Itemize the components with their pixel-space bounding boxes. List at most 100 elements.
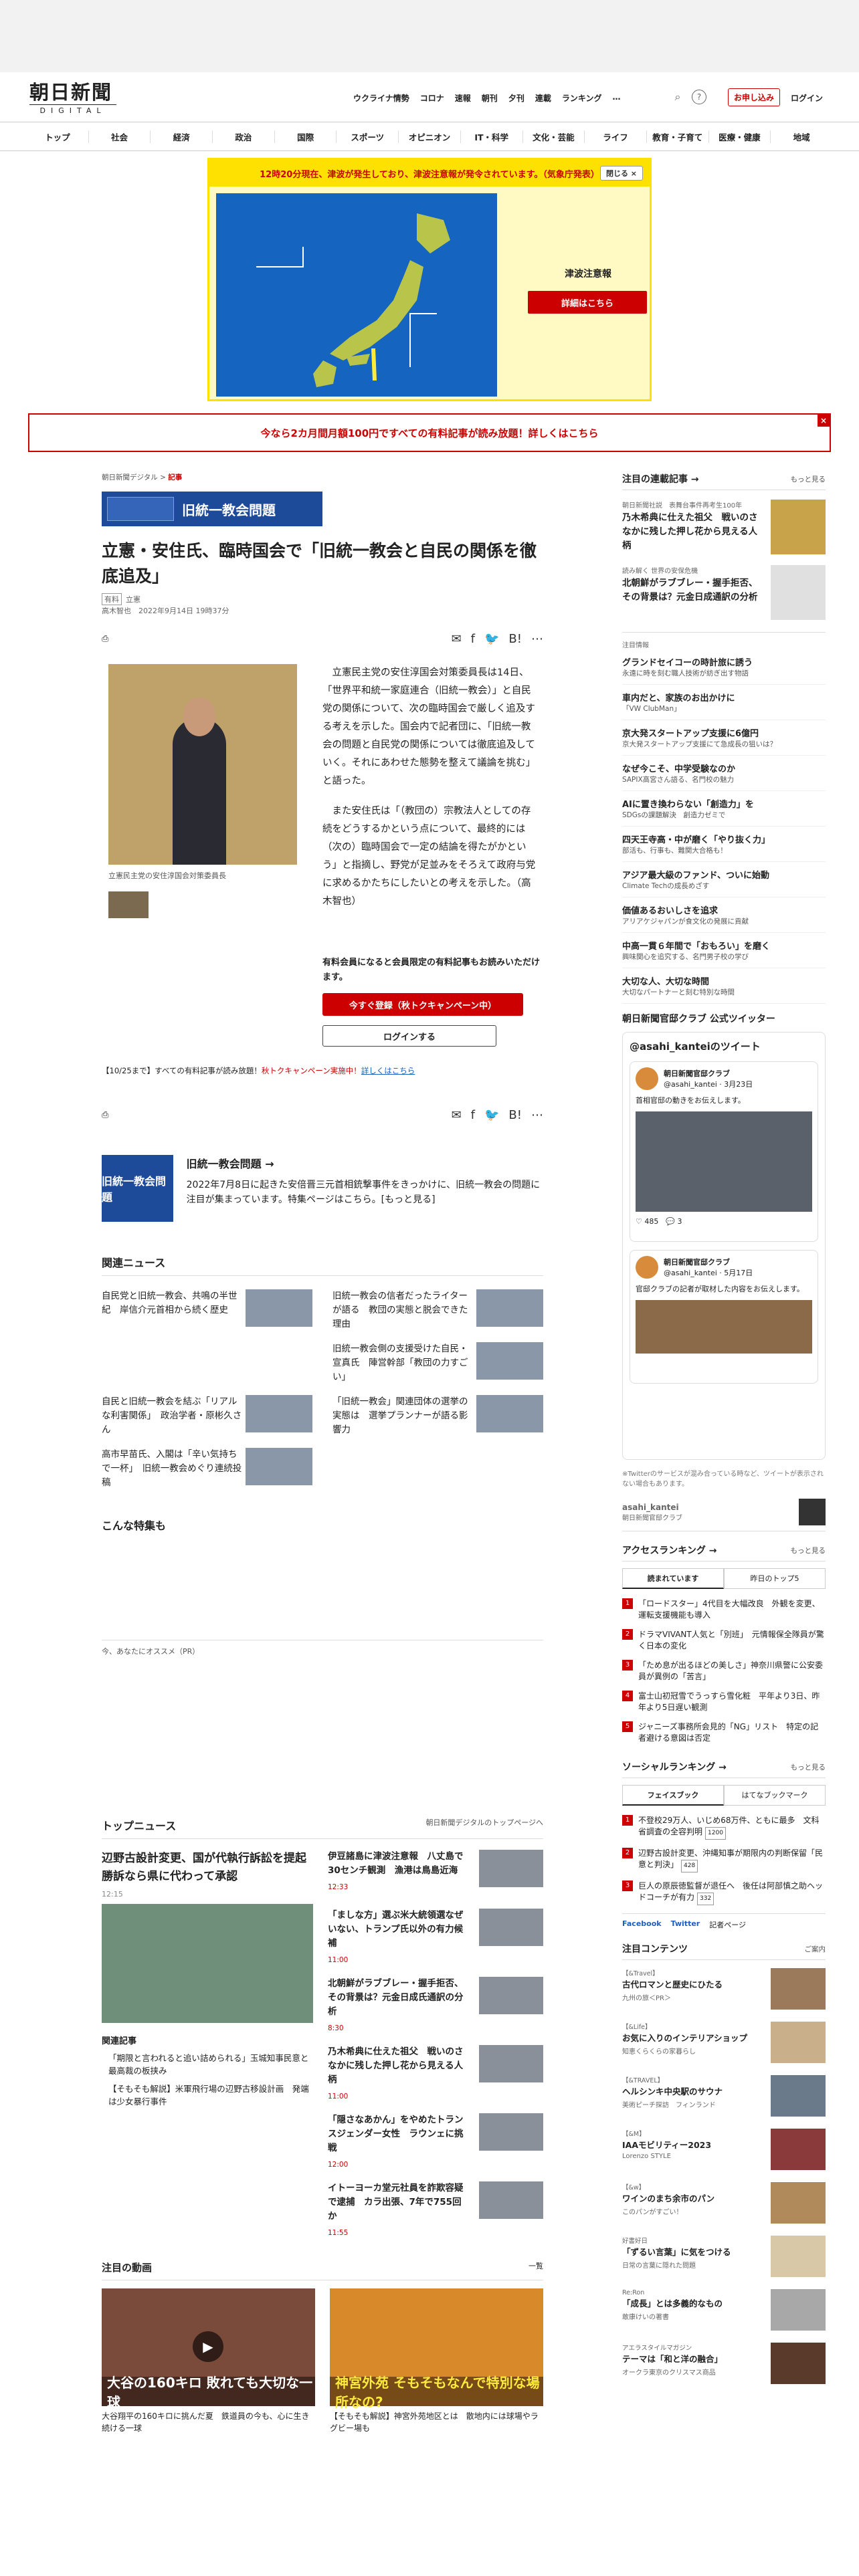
- tweet[interactable]: 朝日新聞官邸クラブ @asahi_kantei · 5月17日 官邸クラブの記者が…: [630, 1250, 818, 1384]
- nav-item[interactable]: 教育・子育て: [647, 130, 709, 143]
- nav-item[interactable]: 文化・芸能: [523, 130, 585, 143]
- twitter-icon[interactable]: 🐦: [484, 632, 499, 646]
- twitter-icon[interactable]: 🐦: [484, 1108, 499, 1122]
- hatena-icon[interactable]: B!: [508, 632, 522, 646]
- hatena-icon[interactable]: B!: [508, 1108, 522, 1122]
- subscribe-button[interactable]: お申し込み: [728, 88, 781, 106]
- tab-hatena[interactable]: はてなブックマーク: [724, 1785, 826, 1806]
- ranking-more-link[interactable]: もっと見る: [791, 1545, 826, 1555]
- list-item[interactable]: アエラスタイルマガジン テーマは「和と洋の融合」 オークラ東京のクリスマス商品: [622, 2343, 826, 2388]
- nav-item[interactable]: 医療・健康: [709, 130, 771, 143]
- list-item[interactable]: 1 「ロードスター」4代目を大幅改良 外観を変更、運転支援機能も導入: [622, 1594, 826, 1625]
- nav-item[interactable]: IT・科学: [461, 130, 523, 143]
- list-item[interactable]: 自民と旧統一教会を結ぶ「リアルな利害関係」 政治学者・原彬久さん: [102, 1395, 312, 1437]
- list-item[interactable]: 1 不登校29万人、いじめ68万件、ともに最多 文科省調査の全容判明 1200: [622, 1811, 826, 1844]
- facebook-icon[interactable]: f: [471, 1108, 475, 1122]
- twitter-account[interactable]: asahi_kantei 朝日新聞官邸クラブ: [622, 1499, 826, 1531]
- nav-item[interactable]: 社会: [89, 130, 151, 143]
- list-item[interactable]: 京大発スタートアップ支援に6億円 京大発スタートアップ支援にて急成長の狙いは？: [622, 720, 826, 756]
- nav-item[interactable]: 経済: [151, 130, 213, 143]
- tweet[interactable]: 朝日新聞官邸クラブ @asahi_kantei · 3月23日 首相官邸の動きをお…: [630, 1061, 818, 1242]
- list-item[interactable]: 3 「ため息が出るほどの美しさ」神奈川県警に公安委員が異例の「苦言」: [622, 1656, 826, 1687]
- header-link[interactable]: ランキング: [562, 92, 602, 104]
- alert-detail-button[interactable]: 詳細はこちら: [528, 291, 647, 314]
- nav-item[interactable]: 政治: [213, 130, 275, 143]
- social-more-link[interactable]: もっと見る: [791, 1762, 826, 1772]
- list-item[interactable]: 【&M】 IAAモビリティー2023 Lorenzo STYLE: [622, 2129, 826, 2174]
- register-button[interactable]: 今すぐ登録（秋トクキャンペーン中）: [322, 993, 523, 1016]
- list-item[interactable]: AIに置き換わらない「創造力」を SDGsの課題解決 創造力ゼミで: [622, 791, 826, 827]
- tab-read[interactable]: 読まれています: [622, 1568, 724, 1589]
- list-item[interactable]: 自民党と旧統一教会、共鳴の半世紀 岸信介元首相から続く歴史: [102, 1289, 312, 1331]
- nav-item[interactable]: 地域: [771, 130, 832, 143]
- tweet-image[interactable]: [636, 1300, 812, 1354]
- topic-banner[interactable]: 旧統一教会問題: [102, 492, 322, 526]
- promo-banner[interactable]: 今なら2カ月間月額100円ですべての有料記事が読み放題！詳しくはこちら ×: [28, 413, 831, 452]
- list-item[interactable]: 乃木希典に仕えた祖父 戦いのさなかに残した押し花から見える人柄 11:00: [328, 2045, 543, 2104]
- facebook-icon[interactable]: f: [471, 632, 475, 646]
- list-item[interactable]: 3 巨人の原辰徳監督が退任へ 後任は阿部慎之助ヘッドコーチが有力 332: [622, 1876, 826, 1909]
- close-icon[interactable]: ×: [818, 415, 830, 427]
- header-link[interactable]: 夕刊: [508, 92, 524, 104]
- list-item[interactable]: 四天王寺高・中が磨く「やり抜く力」 部活も、行事も、難関大合格も！: [622, 827, 826, 862]
- topnews-main-title[interactable]: 辺野古設計変更、国が代執行訴訟を提起 勝訴なら県に代わって承認: [102, 1852, 318, 1883]
- tab-yesterday[interactable]: 昨日のトップ5: [724, 1568, 826, 1589]
- nav-item[interactable]: ライフ: [585, 130, 647, 143]
- more-icon[interactable]: ⋯: [531, 1108, 543, 1122]
- search-icon[interactable]: ⌕: [670, 90, 685, 104]
- list-item[interactable]: 価値あるおいしさを追求 アリアケジャパンが食文化の発展に貢献: [622, 897, 826, 933]
- nav-item[interactable]: トップ: [27, 130, 89, 143]
- topnews-main-image[interactable]: [102, 1904, 313, 2023]
- list-item[interactable]: 「期限と言われると追い詰められる」玉城知事民意と最高裁の板挟み: [102, 2052, 313, 2077]
- list-item[interactable]: 【&w】 ワインのまち余市のパン このパンがすごい！: [622, 2182, 826, 2228]
- list-item[interactable]: 【そもそも解説】米軍飛行場の辺野古移設計画 発端は少女暴行事件: [102, 2082, 313, 2108]
- reporter-link[interactable]: 記者ページ: [709, 1919, 746, 1930]
- header-link[interactable]: ウクライナ情勢: [353, 92, 409, 104]
- nav-item[interactable]: オピニオン: [399, 130, 461, 143]
- help-icon[interactable]: ?: [692, 90, 706, 104]
- list-item[interactable]: 2 ドラマVIVANT人気と「別班」 元情報保全隊員が驚く日本の変化: [622, 1625, 826, 1656]
- list-item[interactable]: 大切な人、大切な時間 大切なパートナーと刻む特別な時間: [622, 968, 826, 1004]
- list-item[interactable]: 北朝鮮がラブブレー・握手拒否、その背景は？元金日成氏通訳の分析 8:30: [328, 1977, 543, 2036]
- login-link[interactable]: ログイン: [791, 92, 823, 104]
- list-item[interactable]: 旧統一教会側の支援受けた自民・宣真氏 陣営幹部「教団の力すごい」: [332, 1342, 543, 1384]
- nav-item[interactable]: 国際: [275, 130, 337, 143]
- header-link[interactable]: コロナ: [420, 92, 444, 104]
- list-item[interactable]: 朝日新聞社説 表舞台事件再考生100年 乃木希典に仕えた祖父 戦いのさなかに残した…: [622, 500, 826, 556]
- print-icon[interactable]: ⎙: [102, 634, 108, 644]
- list-item[interactable]: 【&TRAVEL】 ヘルシンキ中央駅のサウナ 美術ピーチ探訪 フィンランド: [622, 2075, 826, 2121]
- header-link[interactable]: 速報: [455, 92, 471, 104]
- video-item[interactable]: 神宮外苑 そもそもなんで特別な場所なの? 【そもそも解説】神宮外苑地区とは 散地…: [330, 2288, 543, 2434]
- list-item[interactable]: 【&Life】 お気に入りのインテリアショップ 知恵くらくらの家暮らし: [622, 2022, 826, 2067]
- list-item[interactable]: 5 ジャニーズ事務所会見的「NG」リスト 特定の記者避ける意図は否定: [622, 1717, 826, 1748]
- list-item[interactable]: 高市早苗氏、入閣は「辛い気持ちで一杯」 旧統一教会めぐり連続投稿: [102, 1448, 312, 1490]
- list-item[interactable]: 好書好日 「ずるい言葉」に気をつける 日常の言葉に隠れた問題: [622, 2236, 826, 2281]
- header-link[interactable]: 連載: [535, 92, 551, 104]
- list-item[interactable]: グランドセイコーの時計旅に誘う 永遠に時を刻む職人技術が紡ぎ出す物語: [622, 649, 826, 685]
- campaign-link[interactable]: 詳しくはこちら: [361, 1066, 415, 1075]
- more-icon[interactable]: ⋯: [531, 632, 543, 646]
- video-item[interactable]: ▶ 大谷の160キロ 敗れても大切な一球 大谷翔平の160キロに挑んだ夏 鉄道員の…: [102, 2288, 315, 2434]
- list-item[interactable]: 2 辺野古設計変更、沖縄知事が期限内の判断保留「民意と判決」 428: [622, 1844, 826, 1876]
- print-icon[interactable]: ⎙: [102, 1110, 108, 1120]
- list-item[interactable]: 「旧統一教会」関連団体の選挙の実態は 選挙プランナーが語る影響力: [332, 1395, 543, 1437]
- picks-more-link[interactable]: もっと見る: [791, 474, 826, 484]
- login-button[interactable]: ログインする: [322, 1025, 496, 1047]
- photo-thumbnail[interactable]: [108, 891, 149, 918]
- list-item[interactable]: 車内だと、家族のお出かけに 「VW ClubMan」: [622, 685, 826, 720]
- nav-item[interactable]: スポーツ: [337, 130, 399, 143]
- list-item[interactable]: 「ましな方」選ぶ米大統領選なぜいない、トランプ氏以外の有力候補 11:00: [328, 1909, 543, 1967]
- list-item[interactable]: イトーヨーカ堂元社員を詐欺容疑で逮捕 カラ出張、7年で755回か 11:55: [328, 2181, 543, 2240]
- play-icon[interactable]: ▶: [193, 2331, 223, 2362]
- list-item[interactable]: 伊豆諸島に津波注意報 八丈島で30センチ観測 漁港は鳥島近海 12:33: [328, 1850, 543, 1899]
- mail-icon[interactable]: ✉: [452, 1108, 462, 1122]
- site-logo[interactable]: 朝日新聞 DIGITAL: [29, 82, 116, 115]
- list-item[interactable]: Re:Ron 「成長」とは多義的なもの 敢康けいの著書: [622, 2289, 826, 2335]
- breadcrumb-site[interactable]: 朝日新聞デジタル: [102, 473, 158, 481]
- alert-close-button[interactable]: 閉じる ×: [599, 166, 643, 181]
- contents-link[interactable]: ご案内: [805, 1944, 826, 1954]
- list-item[interactable]: 読み解く 世界の安保危機 北朝鮮がラブブレー・握手拒否、その背景は？元金日成通訳の…: [622, 565, 826, 621]
- twitter-embed[interactable]: @asahi_kanteiのツイート 朝日新聞官邸クラブ @asahi_kante…: [622, 1032, 826, 1460]
- list-item[interactable]: 中高一貫６年間で「おもろい」を磨く 興味関心を追究する、名門男子校の学び: [622, 933, 826, 968]
- list-item[interactable]: 旧統一教会の信者だったライターが語る 教団の実態と脱会できた理由: [332, 1289, 543, 1331]
